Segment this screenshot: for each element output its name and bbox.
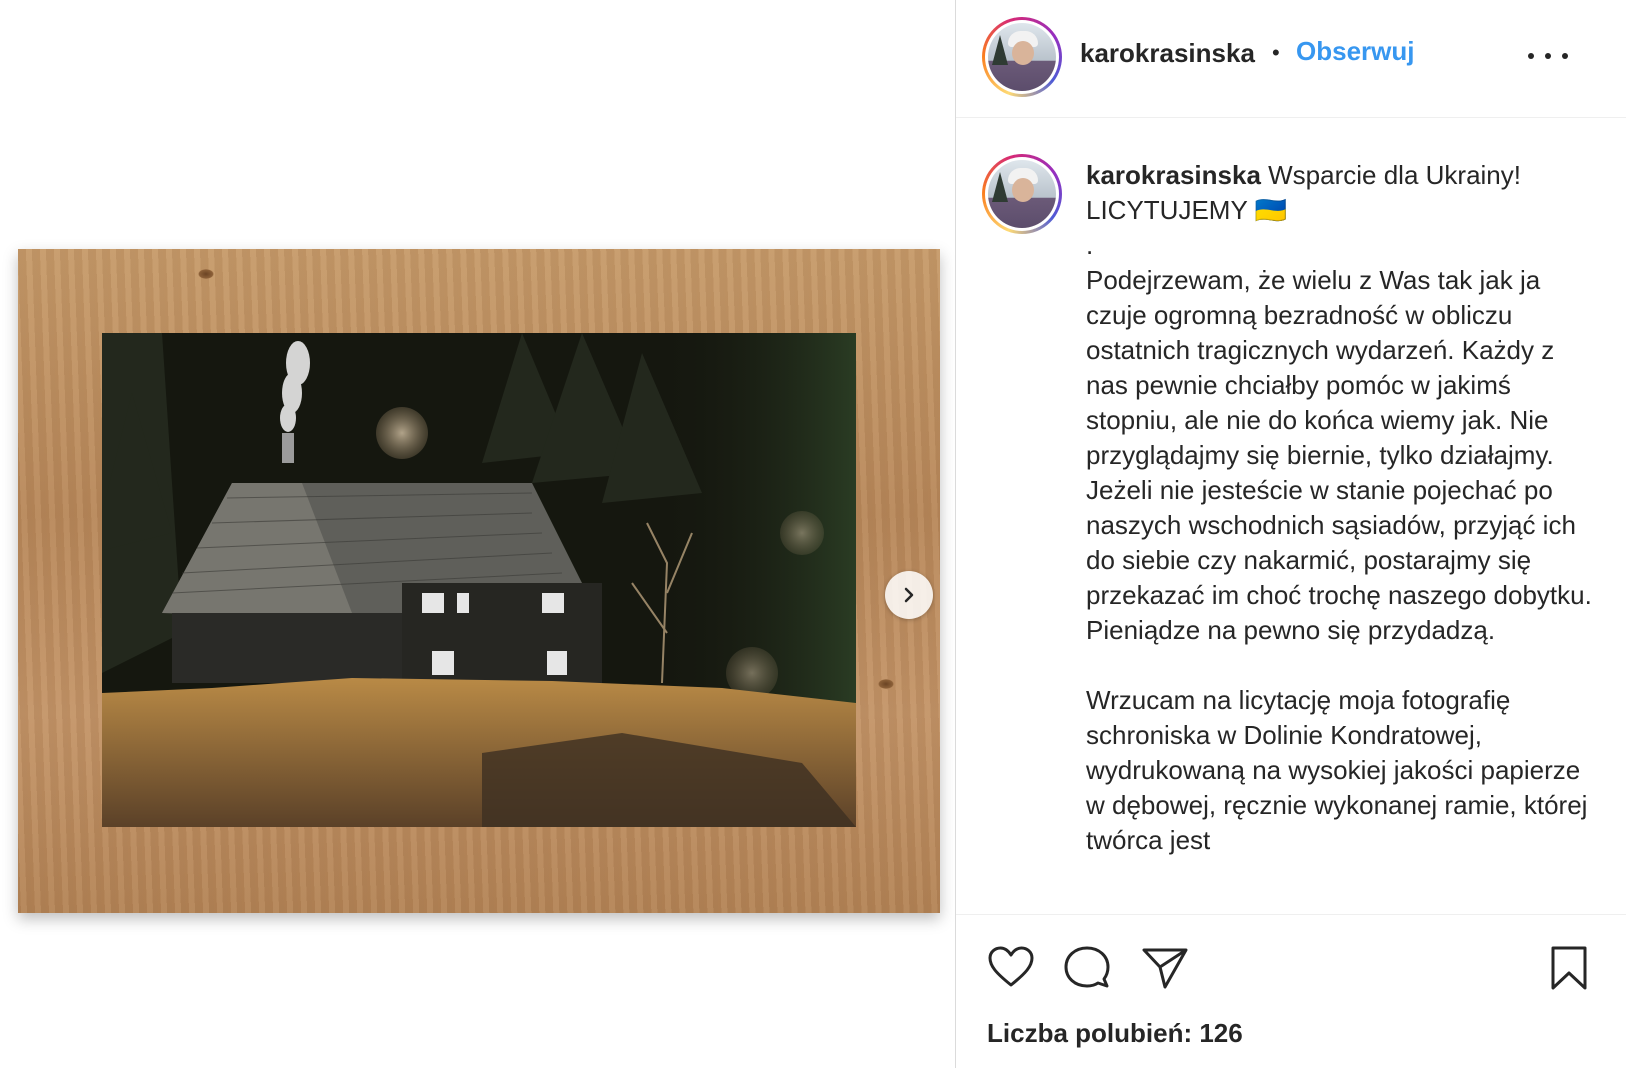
bookmark-icon[interactable] xyxy=(1544,943,1594,993)
post-media xyxy=(0,0,955,1068)
caption-avatar[interactable] xyxy=(982,154,1062,234)
wooden-frame-photo xyxy=(18,249,940,913)
chevron-right-icon xyxy=(904,587,914,603)
caption-body: . Podejrzewam, że wielu z Was tak jak ja… xyxy=(1086,230,1592,855)
more-options-icon[interactable] xyxy=(1528,50,1568,62)
comment-icon[interactable] xyxy=(1062,943,1112,993)
profile-photo xyxy=(988,160,1056,228)
post-side-panel: karokrasinska • Obserwuj karokrasinska W… xyxy=(955,0,1626,1068)
post-header: karokrasinska • Obserwuj xyxy=(956,0,1626,118)
profile-photo xyxy=(988,23,1056,91)
likes-count[interactable]: Liczba polubień: 126 xyxy=(987,1018,1243,1049)
next-image-button[interactable] xyxy=(885,571,933,619)
separator-dot: • xyxy=(1272,40,1280,65)
heart-icon[interactable] xyxy=(986,943,1036,993)
avatar[interactable] xyxy=(982,17,1062,97)
caption-scroll-area[interactable]: karokrasinska Wsparcie dla Ukrainy! LICY… xyxy=(956,118,1626,914)
follow-button[interactable]: Obserwuj xyxy=(1296,36,1414,67)
post-caption: karokrasinska Wsparcie dla Ukrainy! LICY… xyxy=(1086,158,1596,858)
caption-username[interactable]: karokrasinska xyxy=(1086,160,1261,190)
username-link[interactable]: karokrasinska xyxy=(1080,38,1255,69)
send-icon[interactable] xyxy=(1140,943,1190,993)
cabin-photograph xyxy=(102,333,856,827)
